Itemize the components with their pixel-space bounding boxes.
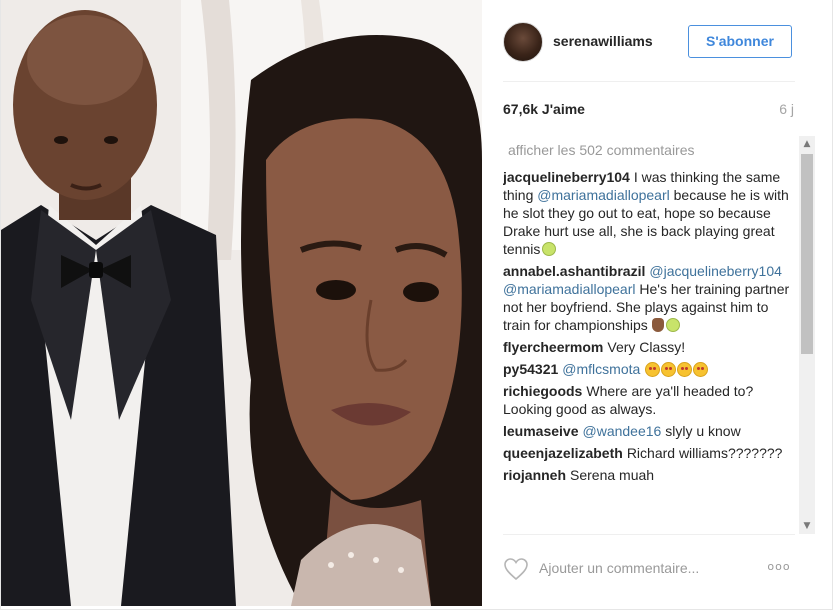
post-time[interactable]: 6 j (779, 101, 794, 117)
comment-item: leumaseive @wandee16 slyly u know (503, 422, 799, 440)
comment-username[interactable]: riojanneh (503, 467, 566, 483)
comment-item: py54321 @mflcsmota (503, 360, 799, 378)
follow-button[interactable]: S'abonner (688, 25, 792, 58)
photo-illustration (1, 0, 482, 606)
scroll-thumb[interactable] (801, 154, 813, 354)
view-all-comments-link[interactable]: afficher les 502 commentaires (508, 142, 799, 158)
mention-link[interactable]: @mariamadiallopearl (503, 281, 636, 297)
mention-link[interactable]: @mariamadiallopearl (537, 187, 670, 203)
scroll-down-arrow-icon[interactable]: ▼ (799, 518, 815, 534)
post-photo[interactable] (1, 0, 482, 606)
post-header: serenawilliams S'abonner (482, 0, 816, 82)
comment-username[interactable]: richiegoods (503, 383, 582, 399)
comment-item: queenjazelizabeth Richard williams??????? (503, 444, 799, 462)
tennis-emoji-icon (665, 318, 680, 332)
comments-list: afficher les 502 commentaires jacqueline… (503, 136, 799, 534)
comment-item: flyercheermom Very Classy! (503, 338, 799, 356)
comment-text: Serena muah (570, 467, 655, 483)
tennis-emoji-icon (542, 242, 557, 256)
scroll-up-arrow-icon[interactable]: ▲ (799, 136, 815, 152)
comment-text: Very Classy! (607, 339, 686, 355)
smiley-emoji-icon (661, 362, 677, 377)
comment-item: jacquelineberry104 I was thinking the sam… (503, 168, 799, 258)
heart-outline-icon[interactable] (503, 557, 529, 581)
comment-username[interactable]: queenjazelizabeth (503, 445, 623, 461)
more-options-icon[interactable]: ooo (764, 560, 794, 574)
post-details-panel: serenawilliams S'abonner 67,6k J'aime 6 … (482, 0, 816, 606)
mention-link[interactable]: @jacquelineberry104 (649, 263, 782, 279)
comments-scrollbar[interactable]: ▲ ▼ (799, 136, 815, 534)
smiley-emoji-icon (677, 362, 693, 377)
comment-username[interactable]: jacquelineberry104 (503, 169, 630, 185)
comment-text: Richard williams??????? (626, 445, 783, 461)
comment-text (640, 361, 644, 377)
comment-input[interactable] (539, 557, 739, 579)
comment-item: richiegoods Where are ya'll headed to? Lo… (503, 382, 799, 418)
comment-text: slyly u know (661, 423, 741, 439)
comment-username[interactable]: flyercheermom (503, 339, 603, 355)
post-footer: ooo (482, 535, 816, 606)
comment-username[interactable]: py54321 (503, 361, 558, 377)
comment-username[interactable]: annabel.ashantibrazil (503, 263, 645, 279)
header-divider (503, 81, 795, 82)
hand-emoji-icon (651, 318, 664, 332)
mention-link[interactable]: @mflcsmota (562, 361, 640, 377)
author-username[interactable]: serenawilliams (553, 33, 653, 49)
likes-count[interactable]: 67,6k J'aime (503, 101, 585, 117)
comment-item: riojanneh Serena muah (503, 466, 799, 484)
mention-link[interactable]: @wandee16 (583, 423, 662, 439)
smiley-emoji-icon (693, 362, 709, 377)
smiley-emoji-icon (645, 362, 661, 377)
comment-username[interactable]: leumaseive (503, 423, 579, 439)
post-frame: serenawilliams S'abonner 67,6k J'aime 6 … (0, 0, 833, 610)
avatar[interactable] (503, 22, 543, 62)
comment-item: annabel.ashantibrazil @jacquelineberry104… (503, 262, 799, 334)
